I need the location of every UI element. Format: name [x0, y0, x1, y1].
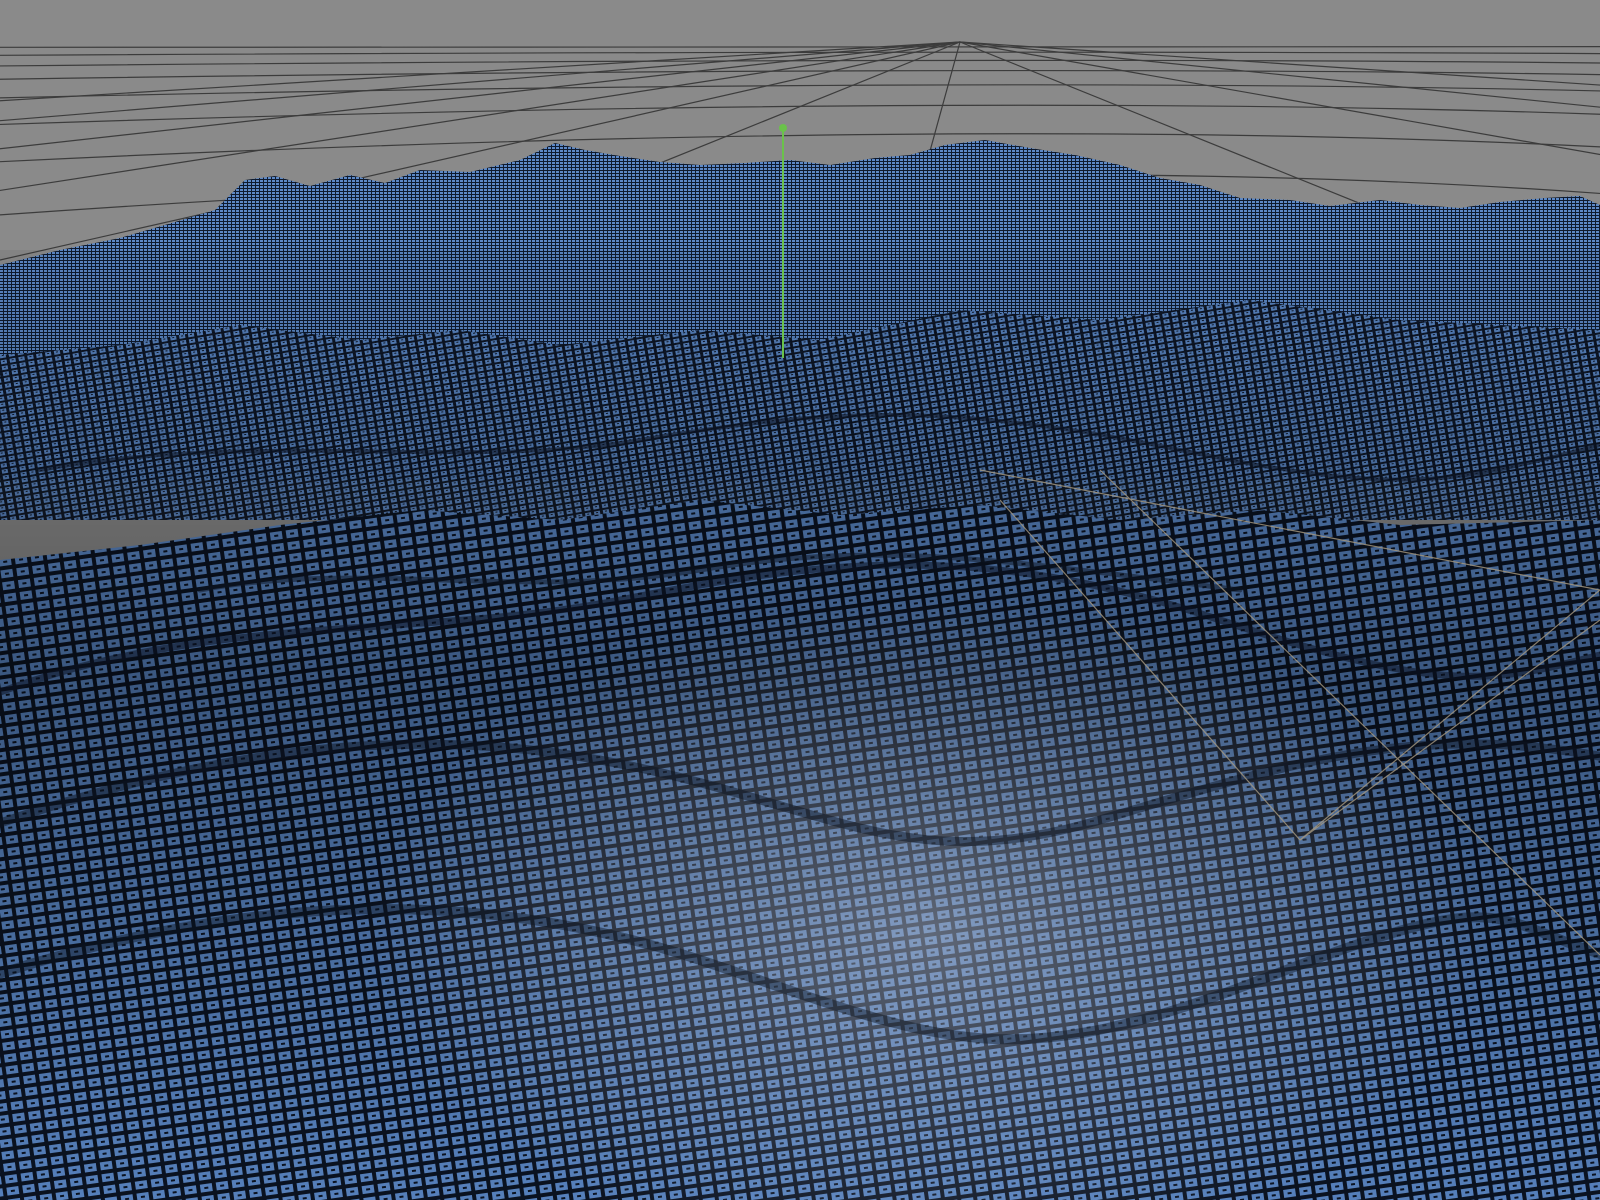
- viewport-canvas[interactable]: [0, 0, 1600, 1200]
- y-axis-handle[interactable]: [779, 124, 787, 132]
- 3d-viewport[interactable]: [0, 0, 1600, 1200]
- terrain-highlight: [0, 250, 1600, 1200]
